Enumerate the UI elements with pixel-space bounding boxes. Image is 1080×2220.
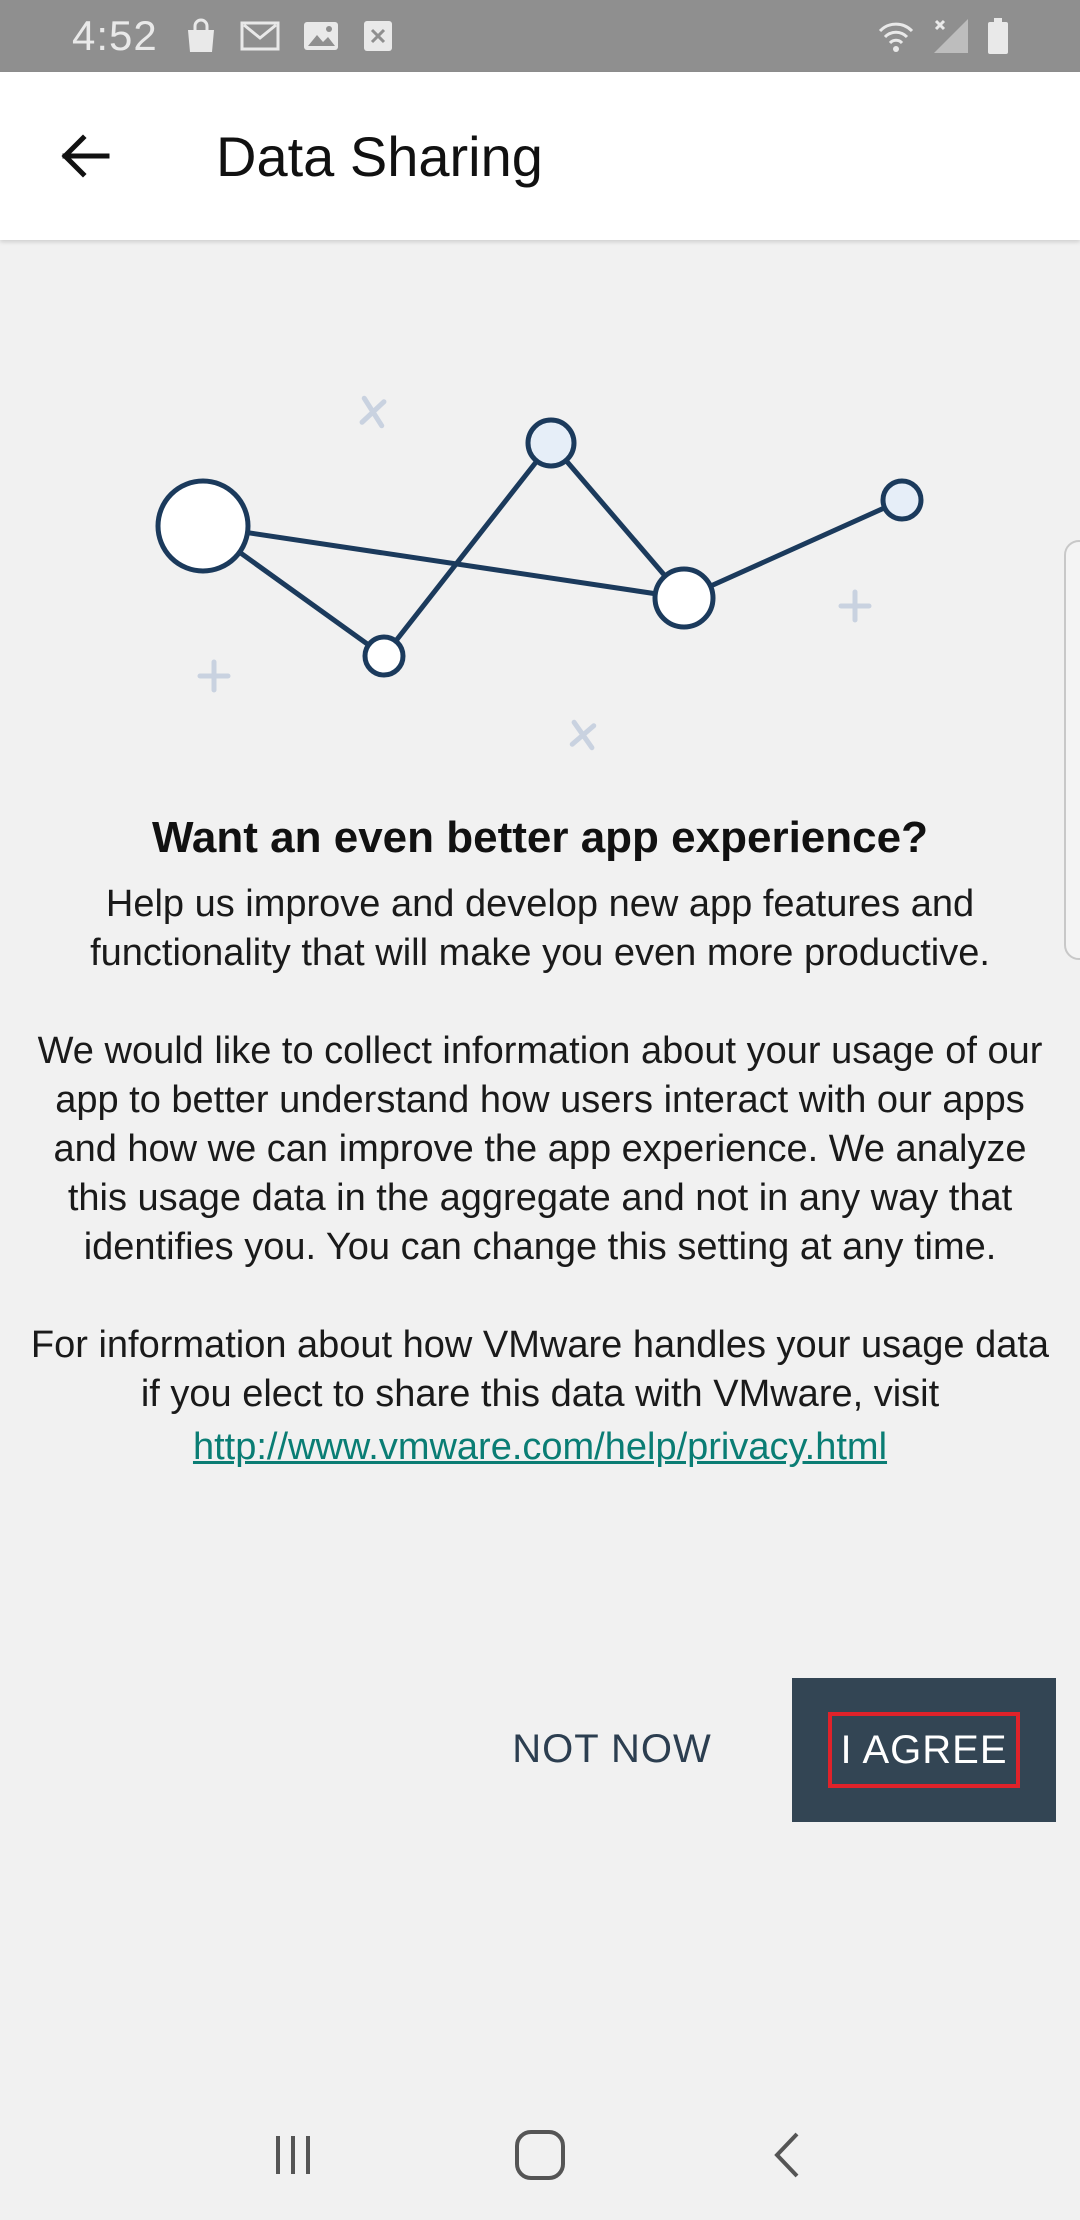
privacy-paragraph: For information about how VMware handles… bbox=[30, 1324, 1050, 1415]
page-title: Data Sharing bbox=[216, 124, 543, 188]
status-notification-icons bbox=[184, 18, 394, 54]
gmail-icon bbox=[240, 21, 280, 51]
recent-apps-button[interactable] bbox=[243, 2105, 343, 2205]
nav-back-button[interactable] bbox=[737, 2105, 837, 2205]
agree-button[interactable]: I AGREE bbox=[792, 1678, 1056, 1822]
intro-paragraph: Help us improve and develop new app feat… bbox=[90, 883, 990, 974]
agree-button-label: I AGREE bbox=[828, 1712, 1020, 1788]
no-signal-icon bbox=[934, 19, 968, 53]
close-box-icon bbox=[363, 21, 392, 51]
wifi-icon bbox=[878, 22, 914, 52]
home-icon bbox=[514, 2130, 565, 2180]
shopping-bag-icon bbox=[187, 18, 214, 52]
image-icon bbox=[303, 22, 338, 50]
back-icon bbox=[773, 2132, 799, 2178]
status-bar: 4:52 bbox=[0, 0, 1080, 72]
app-bar: Data Sharing bbox=[0, 72, 1080, 240]
data-network-illustration bbox=[155, 395, 924, 751]
home-button[interactable] bbox=[490, 2105, 590, 2205]
screen: 4:52 Data Sharing Want an even better ap… bbox=[0, 0, 1080, 2220]
battery-icon bbox=[988, 18, 1008, 54]
recent-apps-icon bbox=[276, 2136, 311, 2174]
back-button[interactable] bbox=[30, 101, 140, 211]
status-time: 4:52 bbox=[72, 12, 158, 59]
network-lines bbox=[201, 441, 904, 659]
arrow-left-icon bbox=[61, 134, 110, 178]
headline: Want an even better app experience? bbox=[152, 813, 928, 862]
network-nodes bbox=[155, 417, 924, 678]
privacy-link[interactable]: http://www.vmware.com/help/privacy.html bbox=[193, 1419, 887, 1475]
content-area: Want an even better app experience? Help… bbox=[0, 800, 1080, 1475]
usage-paragraph: We would like to collect information abo… bbox=[37, 1030, 1043, 1268]
not-now-button[interactable]: NOT NOW bbox=[470, 1678, 754, 1820]
status-system-icons bbox=[876, 17, 1010, 55]
system-nav-bar bbox=[0, 2090, 1080, 2220]
